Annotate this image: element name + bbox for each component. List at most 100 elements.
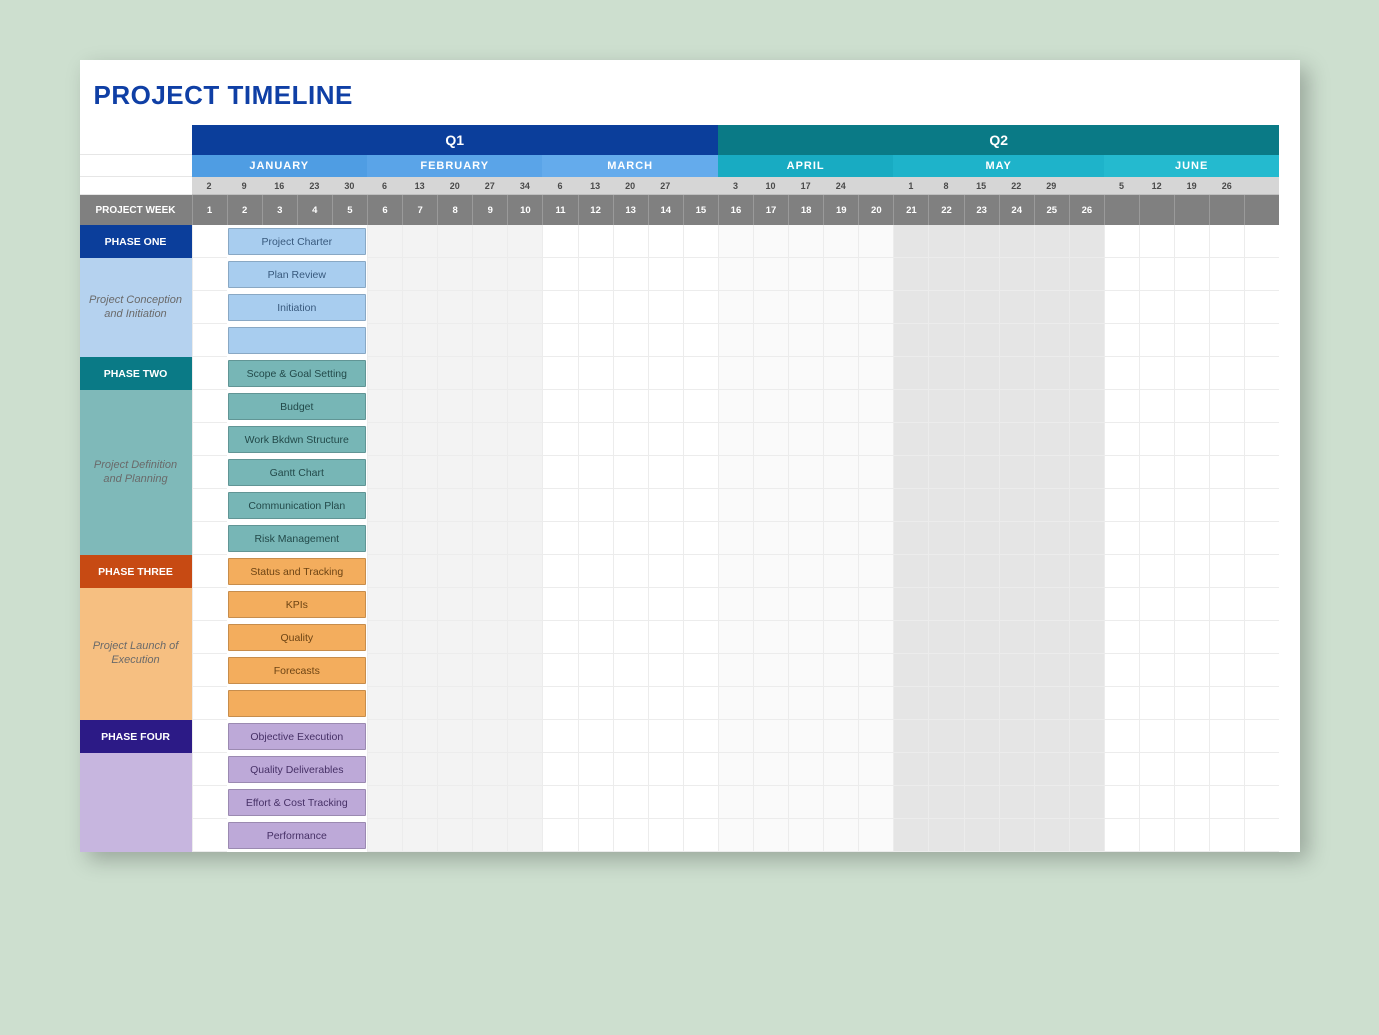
- grid-cell: [1174, 555, 1209, 588]
- grid-cell: [753, 720, 788, 753]
- grid-cell: [788, 786, 823, 819]
- grid-cell: [402, 291, 437, 324]
- project-week-cell: 20: [858, 195, 893, 225]
- grid-cell: [437, 753, 472, 786]
- grid-cell: [964, 324, 999, 357]
- grid-cell: [1209, 687, 1244, 720]
- grid-cell: [1069, 456, 1104, 489]
- grid-cell: [1244, 258, 1279, 291]
- grid-cell: [1104, 555, 1139, 588]
- project-week-cell: 21: [893, 195, 928, 225]
- grid-cell: [437, 390, 472, 423]
- task-bar[interactable]: Forecasts: [228, 657, 366, 684]
- grid-cell: [683, 357, 718, 390]
- grid-cell: [437, 555, 472, 588]
- grid-cell: [788, 489, 823, 522]
- task-bar[interactable]: Work Bkdwn Structure: [228, 426, 366, 453]
- grid-cell: [683, 588, 718, 621]
- grid-cell: [999, 588, 1034, 621]
- task-bar[interactable]: Scope & Goal Setting: [228, 360, 366, 387]
- grid-cell: [402, 753, 437, 786]
- grid-cell: [1069, 654, 1104, 687]
- grid-cell: [1139, 687, 1174, 720]
- grid-cell: [472, 687, 507, 720]
- grid-cell: [928, 225, 963, 258]
- grid-cell: [928, 819, 963, 852]
- grid-cell: [507, 687, 542, 720]
- grid-cell: [367, 390, 402, 423]
- project-week-cell: 16: [718, 195, 753, 225]
- task-bar[interactable]: Initiation: [228, 294, 366, 321]
- task-bar[interactable]: Risk Management: [228, 525, 366, 552]
- grid-cell: [367, 225, 402, 258]
- task-bar[interactable]: Communication Plan: [228, 492, 366, 519]
- grid-cell: [542, 753, 577, 786]
- grid-cell: [1069, 291, 1104, 324]
- task-bar[interactable]: KPIs: [228, 591, 366, 618]
- grid-cell: [472, 786, 507, 819]
- grid-cell: [964, 258, 999, 291]
- grid-cell: [1069, 720, 1104, 753]
- grid-cell: [613, 225, 648, 258]
- task-bar[interactable]: [228, 327, 366, 354]
- grid-cell: [1139, 819, 1174, 852]
- grid-cell: [893, 555, 928, 588]
- project-week-cell: 9: [472, 195, 507, 225]
- date-cell: 19: [1174, 177, 1209, 195]
- grid-cell: [437, 225, 472, 258]
- grid-cell: [578, 258, 613, 291]
- grid-cell: [893, 588, 928, 621]
- phase-subtitle: Project Launch of Execution: [80, 588, 192, 720]
- grid-cell: [928, 522, 963, 555]
- grid-cell: [472, 291, 507, 324]
- task-bar[interactable]: Effort & Cost Tracking: [228, 789, 366, 816]
- grid-cell: [928, 258, 963, 291]
- grid-cell: [683, 819, 718, 852]
- sidebar-spacer: [80, 177, 192, 195]
- grid-cell: [1174, 456, 1209, 489]
- grid-cell: [648, 225, 683, 258]
- grid-cell: [1034, 324, 1069, 357]
- grid-cell: [1104, 423, 1139, 456]
- grid-cell: [1244, 456, 1279, 489]
- grid-cell: [718, 753, 753, 786]
- grid-cell: [402, 621, 437, 654]
- grid-cell: [683, 555, 718, 588]
- grid-cell: [718, 324, 753, 357]
- task-bar[interactable]: Budget: [228, 393, 366, 420]
- grid-cell: [472, 390, 507, 423]
- grid-cell: [402, 324, 437, 357]
- task-bar[interactable]: Performance: [228, 822, 366, 849]
- grid-cell: [753, 357, 788, 390]
- grid-cell: [718, 456, 753, 489]
- grid-cell: [613, 357, 648, 390]
- grid-cell: [1174, 291, 1209, 324]
- grid-cell: [823, 720, 858, 753]
- task-bar[interactable]: Project Charter: [228, 228, 366, 255]
- grid-cell: [753, 324, 788, 357]
- grid-cell: [1139, 423, 1174, 456]
- grid-cell: [472, 357, 507, 390]
- grid-cell: [1139, 522, 1174, 555]
- grid-cell: [1034, 258, 1069, 291]
- date-cell: 5: [1104, 177, 1139, 195]
- grid-cell: [613, 456, 648, 489]
- task-bar[interactable]: [228, 690, 366, 717]
- grid-cell: [1034, 819, 1069, 852]
- task-bar[interactable]: Plan Review: [228, 261, 366, 288]
- task-bar[interactable]: Gantt Chart: [228, 459, 366, 486]
- grid-cell: [858, 423, 893, 456]
- grid-cell: [788, 555, 823, 588]
- grid-cell: [999, 291, 1034, 324]
- grid-cell: [683, 786, 718, 819]
- grid-cell: [648, 489, 683, 522]
- task-bar[interactable]: Quality: [228, 624, 366, 651]
- grid-cell: [1244, 555, 1279, 588]
- task-bar[interactable]: Quality Deliverables: [228, 756, 366, 783]
- grid-cell: [367, 423, 402, 456]
- task-bar[interactable]: Status and Tracking: [228, 558, 366, 585]
- grid-cell: [648, 555, 683, 588]
- task-bar[interactable]: Objective Execution: [228, 723, 366, 750]
- project-week-cell: 23: [964, 195, 999, 225]
- project-week-cell: 3: [262, 195, 297, 225]
